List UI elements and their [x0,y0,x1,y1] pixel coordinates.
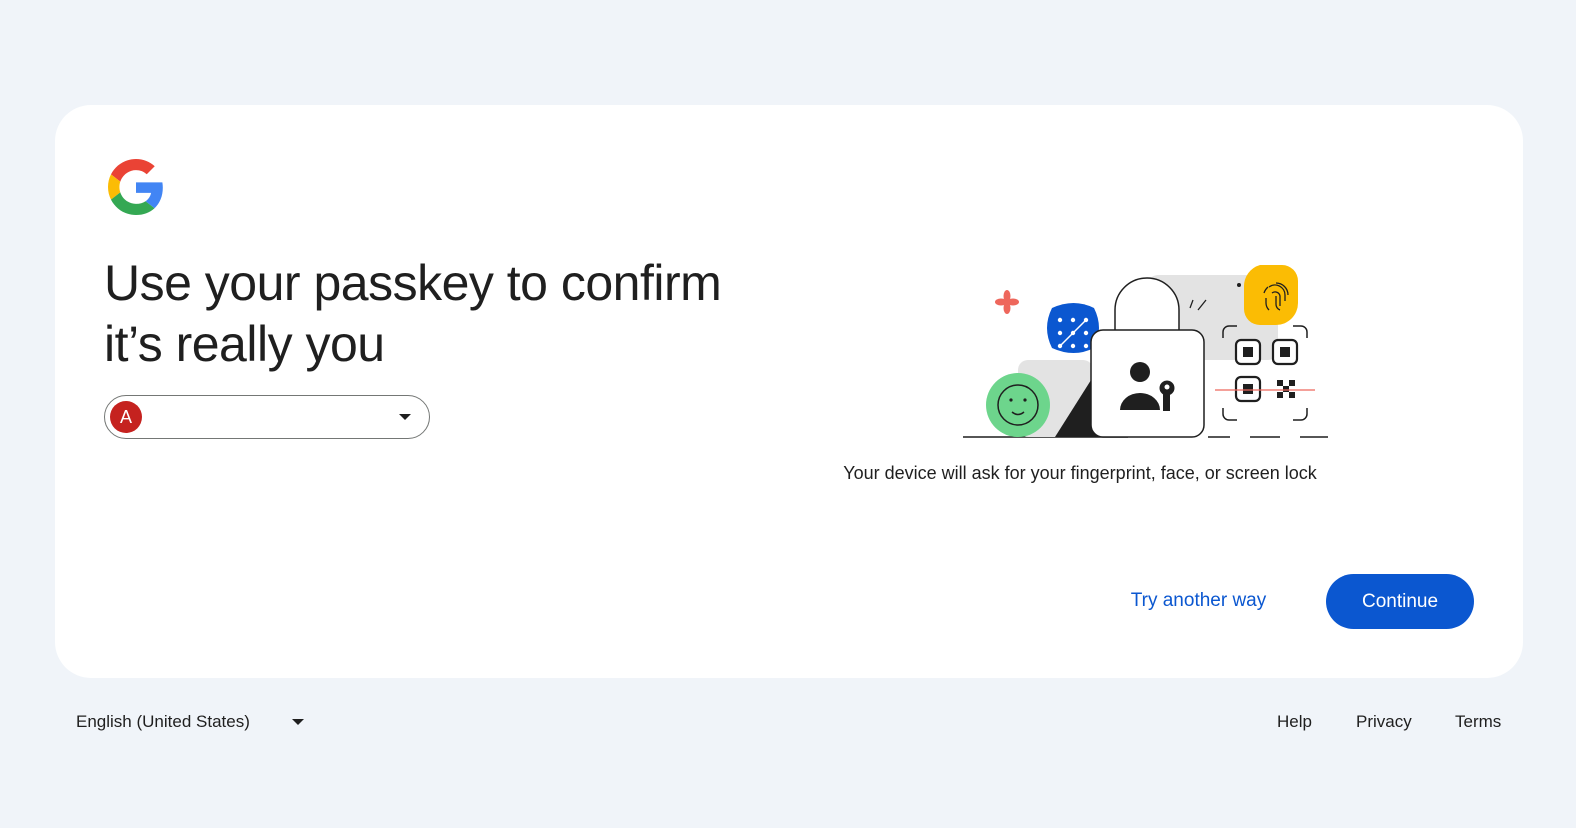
help-link[interactable]: Help [1277,712,1312,732]
avatar: A [110,401,142,433]
page-title: Use your passkey to confirm it’s really … [104,253,804,375]
dropdown-arrow-icon [292,719,304,725]
dropdown-arrow-icon [399,414,411,420]
language-label: English (United States) [76,712,250,731]
language-select[interactable]: English (United States) [76,710,316,734]
privacy-link[interactable]: Privacy [1356,712,1412,732]
account-chooser[interactable]: A [104,395,430,439]
google-logo-icon [108,159,163,215]
page-title-line1: Use your passkey to confirm [104,255,722,311]
try-another-way-button[interactable]: Try another way [1111,575,1286,627]
passkey-illustration [963,265,1328,438]
terms-link[interactable]: Terms [1455,712,1501,732]
continue-button[interactable]: Continue [1326,574,1474,629]
device-note: Your device will ask for your fingerprin… [843,463,1317,483]
page-title-line2: it’s really you [104,316,385,372]
signin-card: Use your passkey to confirm it’s really … [55,105,1523,678]
